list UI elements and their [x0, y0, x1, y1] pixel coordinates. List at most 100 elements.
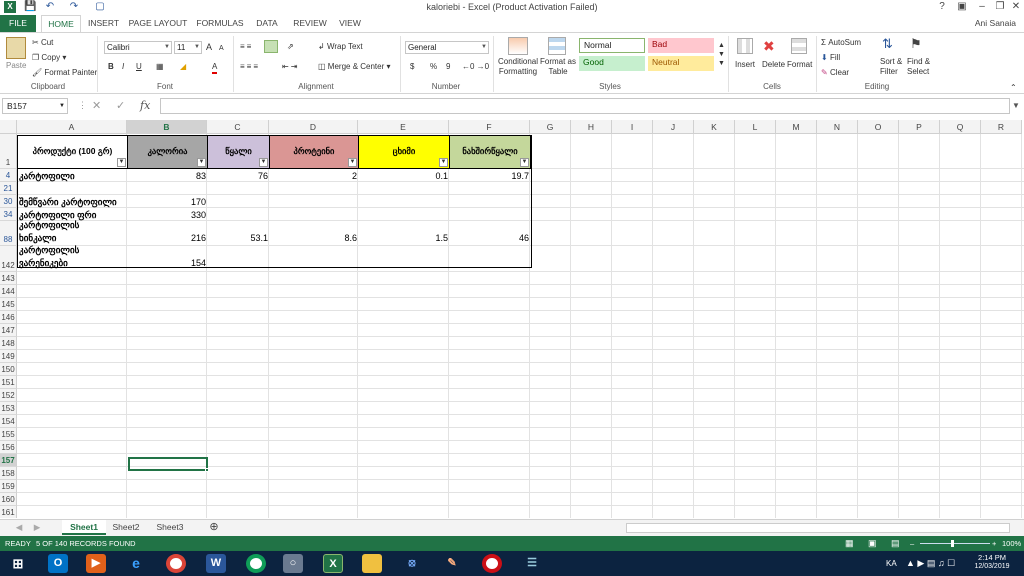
- column-header-h[interactable]: H: [571, 120, 612, 134]
- sheet-tab-sheet1[interactable]: Sheet1: [62, 520, 106, 535]
- wrap-text-button[interactable]: ↲ Wrap Text: [318, 41, 363, 52]
- column-header-j[interactable]: J: [653, 120, 694, 134]
- tab-review[interactable]: REVIEW: [292, 15, 328, 32]
- excel-taskbar-icon[interactable]: X: [323, 554, 343, 573]
- insert-button[interactable]: Insert: [735, 59, 755, 70]
- collapse-ribbon-icon[interactable]: ⌃: [1010, 82, 1017, 93]
- column-header-g[interactable]: G: [530, 120, 571, 134]
- tab-view[interactable]: VIEW: [336, 15, 364, 32]
- header-protein[interactable]: პროტეინი ▼: [270, 135, 359, 169]
- italic-button[interactable]: I: [122, 61, 124, 72]
- zoom-in-icon[interactable]: +: [992, 536, 996, 551]
- row-header-156[interactable]: 156: [0, 441, 17, 454]
- tab-page-layout[interactable]: PAGE LAYOUT: [128, 15, 188, 32]
- cell-d4[interactable]: 2: [270, 171, 359, 184]
- selected-cell-b157[interactable]: [128, 457, 208, 471]
- filter-dropdown-icon[interactable]: ▼: [348, 158, 357, 167]
- indent-icons[interactable]: ⇤⇥: [282, 61, 299, 72]
- row-header-151[interactable]: 151: [0, 376, 17, 389]
- header-fat[interactable]: ცხიმი ▼: [359, 135, 450, 169]
- cell-e34[interactable]: 1.5: [359, 233, 450, 246]
- binoculars-icon[interactable]: ⚑: [910, 36, 922, 52]
- sheet-tab-sheet2[interactable]: Sheet2: [108, 520, 144, 535]
- column-header-r[interactable]: R: [981, 120, 1022, 134]
- column-header-q[interactable]: Q: [940, 120, 981, 134]
- percent-button[interactable]: %: [430, 61, 437, 72]
- row-header-1[interactable]: 1: [0, 134, 17, 169]
- format-cells-icon[interactable]: [791, 38, 807, 54]
- style-bad[interactable]: Bad: [648, 38, 714, 53]
- page-break-view-icon[interactable]: ▤: [891, 536, 900, 551]
- sheet-tab-sheet3[interactable]: Sheet3: [152, 520, 188, 535]
- merge-center-button[interactable]: ◫ Merge & Center ▾: [318, 61, 391, 72]
- format-as-table-button[interactable]: Format as Table: [540, 57, 576, 77]
- restore-icon[interactable]: ❐: [992, 1, 1008, 13]
- column-header-p[interactable]: P: [899, 120, 940, 134]
- filter-active-icon[interactable]: ▼: [117, 158, 126, 167]
- filter-dropdown-icon[interactable]: ▼: [197, 158, 206, 167]
- delete-button[interactable]: Delete: [762, 59, 785, 70]
- app-icon[interactable]: ○: [283, 554, 303, 573]
- tab-formulas[interactable]: FORMULAS: [196, 15, 244, 32]
- prev-sheet-icon[interactable]: ◀: [14, 520, 24, 535]
- windows-start-icon[interactable]: ⊞: [8, 554, 28, 573]
- row-header-4[interactable]: 4: [0, 169, 17, 182]
- cell-d34[interactable]: 8.6: [270, 233, 359, 246]
- row-header-142[interactable]: 142: [0, 246, 17, 272]
- cell-b88[interactable]: 154: [128, 258, 208, 271]
- row-header-159[interactable]: 159: [0, 480, 17, 493]
- add-sheet-icon[interactable]: ⊕: [206, 520, 222, 535]
- fill-button[interactable]: ⬇ Fill: [821, 52, 840, 63]
- column-header-o[interactable]: O: [858, 120, 899, 134]
- column-header-b[interactable]: B: [127, 120, 207, 134]
- row-header-154[interactable]: 154: [0, 415, 17, 428]
- column-header-m[interactable]: M: [776, 120, 817, 134]
- user-name[interactable]: Ani Sanaia: [950, 15, 1020, 32]
- paint-icon[interactable]: ✎: [442, 554, 462, 573]
- filter-dropdown-icon[interactable]: ▼: [439, 158, 448, 167]
- row-header-160[interactable]: 160: [0, 493, 17, 506]
- row-header-152[interactable]: 152: [0, 389, 17, 402]
- help-button[interactable]: ?: [934, 1, 950, 13]
- cell-b21[interactable]: 170: [128, 197, 208, 210]
- currency-button[interactable]: $: [410, 61, 414, 72]
- cancel-entry-icon[interactable]: ✕: [92, 99, 101, 112]
- font-color-icon[interactable]: A: [212, 61, 218, 74]
- row-header-145[interactable]: 145: [0, 298, 17, 311]
- horizontal-align-icons[interactable]: ≡≡≡: [240, 61, 260, 72]
- row-header-146[interactable]: 146: [0, 311, 17, 324]
- media-player-icon[interactable]: ▶: [86, 554, 106, 573]
- column-header-d[interactable]: D: [269, 120, 358, 134]
- ribbon-display-icon[interactable]: ▣: [954, 1, 970, 13]
- comma-button[interactable]: 9: [446, 61, 450, 72]
- cell-b4[interactable]: 83: [128, 171, 208, 184]
- shrink-font-button[interactable]: A: [219, 43, 224, 54]
- chrome-icon[interactable]: [166, 554, 186, 573]
- tray-icons[interactable]: ▲ ▶ ▤ ♫ ☐: [906, 558, 955, 569]
- row-header-153[interactable]: 153: [0, 402, 17, 415]
- row-header-157[interactable]: 157: [0, 454, 17, 467]
- sort-filter-icon[interactable]: ⇅: [882, 36, 893, 52]
- expand-formula-bar-icon[interactable]: ▼: [1012, 101, 1020, 110]
- style-good[interactable]: Good: [579, 56, 645, 71]
- confirm-entry-icon[interactable]: ✓: [116, 99, 125, 112]
- worksheet-grid[interactable]: ABCDEFGHIJKLMNOPQR 1 4 21 30 34 88 142 143 144 14…: [0, 120, 1024, 518]
- styles-scroll-icon[interactable]: ▲ ▼ ▼: [718, 41, 725, 68]
- cell-b34[interactable]: 216: [128, 233, 208, 246]
- zoom-level[interactable]: 100%: [1002, 536, 1021, 551]
- clear-button[interactable]: ✎ Clear: [821, 67, 849, 78]
- chrome-profile-icon[interactable]: [246, 554, 266, 573]
- cell-f34[interactable]: 46: [450, 233, 531, 246]
- format-button[interactable]: Format: [787, 59, 812, 70]
- borders-icon[interactable]: ▦: [156, 61, 164, 72]
- tab-home[interactable]: HOME: [41, 15, 81, 32]
- autosum-button[interactable]: Σ AutoSum: [821, 37, 861, 48]
- grow-font-button[interactable]: A: [206, 42, 212, 53]
- insert-cells-icon[interactable]: [737, 38, 753, 54]
- minimize-icon[interactable]: –: [974, 1, 990, 13]
- vertical-align-icons[interactable]: ≡≡: [240, 41, 253, 52]
- internet-explorer-icon[interactable]: e: [126, 554, 146, 573]
- close-icon[interactable]: ✕: [1008, 1, 1024, 13]
- column-header-e[interactable]: E: [358, 120, 449, 134]
- conditional-formatting-icon[interactable]: [508, 37, 528, 55]
